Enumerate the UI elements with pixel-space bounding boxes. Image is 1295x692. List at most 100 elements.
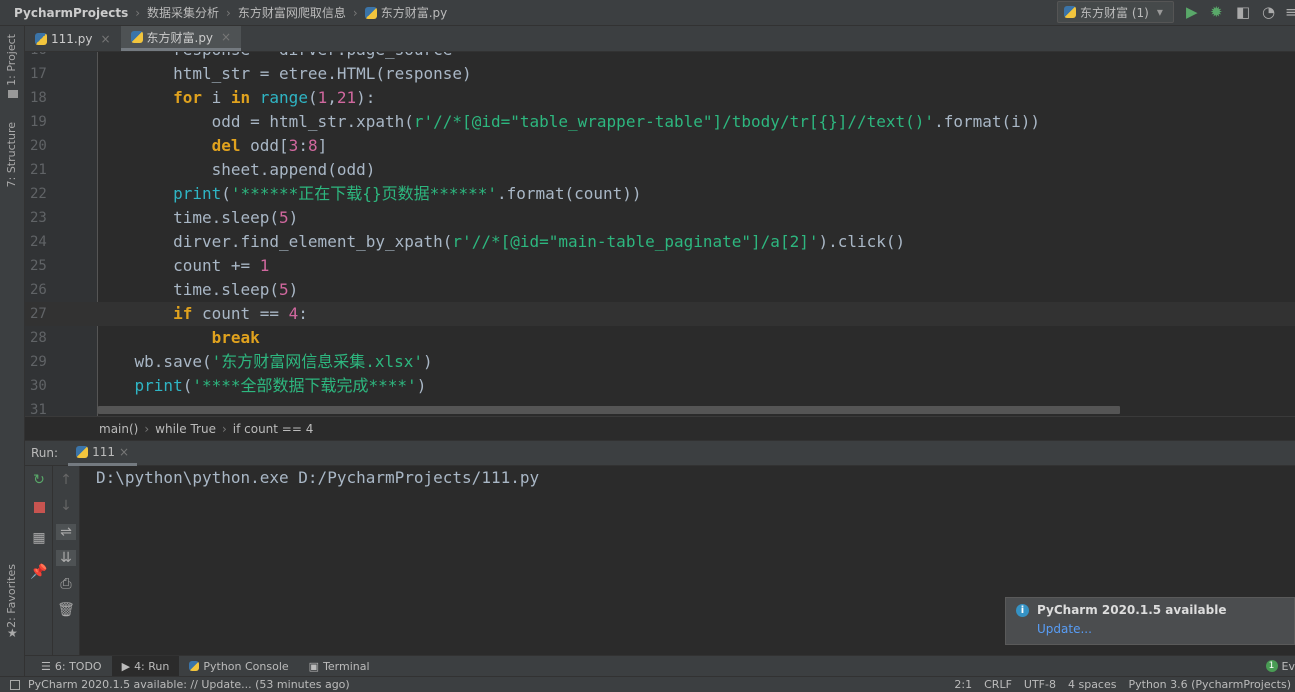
code-line[interactable]: 24 dirver.find_element_by_xpath(r'//*[@i… xyxy=(25,230,1295,254)
code-line[interactable]: 30 print('****全部数据下载完成****') xyxy=(25,374,1295,398)
run-tool-button[interactable]: ▶ 4: Run xyxy=(111,655,180,677)
chevron-down-icon: ▾ xyxy=(1156,5,1163,19)
window-icon[interactable] xyxy=(10,679,20,690)
tool-window-bar: ☰ 6: TODO ▶ 4: Run Python Console ▣ Termina… xyxy=(25,655,1295,677)
rerun-icon[interactable]: ↻ xyxy=(29,472,49,488)
close-icon[interactable]: × xyxy=(119,445,129,459)
tab-111-py[interactable]: 111.py × xyxy=(25,26,121,51)
code-editor[interactable]: 16 response = dirver.page_source17 html_… xyxy=(25,52,1295,416)
breadcrumb-file[interactable]: 东方财富.py xyxy=(381,4,448,21)
line-number: 16 xyxy=(30,52,55,62)
arrow-up-icon[interactable]: ↑ xyxy=(56,472,76,488)
code-text: count += 1 xyxy=(96,254,269,278)
code-line[interactable]: 17 html_str = etree.HTML(response) xyxy=(25,62,1295,86)
profile-icon[interactable]: ◔ xyxy=(1262,3,1275,21)
label: Terminal xyxy=(323,659,370,673)
code-text: time.sleep(5) xyxy=(96,206,298,230)
code-token: .format(i)) xyxy=(934,112,1041,131)
code-text: response = dirver.page_source xyxy=(96,52,452,62)
code-line[interactable]: 28 break xyxy=(25,326,1295,350)
run-tab-111[interactable]: 111 × xyxy=(68,440,138,466)
label: 4: Run xyxy=(134,659,170,673)
interpreter[interactable]: Python 3.6 (PycharmProjects) xyxy=(1128,678,1291,691)
list-icon: ☰ xyxy=(41,659,51,673)
crumb-function[interactable]: main() xyxy=(99,422,138,436)
tab-dongfangcaifu-py[interactable]: 东方财富.py × xyxy=(120,26,242,51)
debug-icon[interactable]: ✹ xyxy=(1210,3,1223,21)
code-line[interactable]: 21 sheet.append(odd) xyxy=(25,158,1295,182)
layout-icon[interactable]: ▦ xyxy=(29,530,49,546)
print-icon[interactable]: ⎙ xyxy=(56,576,76,592)
indent[interactable]: 4 spaces xyxy=(1068,678,1117,691)
code-line[interactable]: 25 count += 1 xyxy=(25,254,1295,278)
code-token: 1 xyxy=(259,256,270,275)
code-line[interactable]: 23 time.sleep(5) xyxy=(25,206,1295,230)
folder-icon xyxy=(8,90,18,98)
code-token: in xyxy=(230,88,251,107)
encoding[interactable]: UTF-8 xyxy=(1024,678,1056,691)
code-token: ( xyxy=(307,88,318,107)
line-number: 23 xyxy=(30,210,47,226)
line-number: 19 xyxy=(30,114,47,130)
caret-position[interactable]: 2:1 xyxy=(954,678,972,691)
structure-tool-button[interactable]: 7: Structure xyxy=(5,122,18,187)
todo-tool-button[interactable]: ☰ 6: TODO xyxy=(31,656,112,677)
star-icon: ★ xyxy=(7,626,18,640)
code-token: count += xyxy=(96,256,260,275)
trash-icon[interactable]: 🗑 xyxy=(56,602,76,618)
code-text: dirver.find_element_by_xpath(r'//*[@id="… xyxy=(96,230,905,254)
soft-wrap-icon[interactable]: ⇌ xyxy=(56,524,76,540)
status-message[interactable]: PyCharm 2020.1.5 available: // Update...… xyxy=(28,678,350,691)
run-configuration-select[interactable]: 东方财富 (1) ▾ xyxy=(1057,1,1174,23)
update-link[interactable]: Update... xyxy=(1037,622,1092,636)
code-token: ) xyxy=(288,208,299,227)
code-line[interactable]: 19 odd = html_str.xpath(r'//*[@id="table… xyxy=(25,110,1295,134)
label: Python Console xyxy=(203,659,289,673)
code-line[interactable]: 29 wb.save('东方财富网信息采集.xlsx') xyxy=(25,350,1295,374)
stop-icon[interactable] xyxy=(34,502,45,513)
crumb-if[interactable]: if count == 4 xyxy=(233,422,314,436)
crumb-loop[interactable]: while True xyxy=(155,422,216,436)
code-line[interactable]: 20 del odd[3:8] xyxy=(25,134,1295,158)
line-number: 30 xyxy=(30,378,47,394)
pin-icon[interactable]: 📌 xyxy=(29,564,49,580)
line-number: 26 xyxy=(30,282,47,298)
coverage-icon[interactable]: ◧ xyxy=(1236,3,1250,21)
run-tab-label: 111 xyxy=(92,444,115,459)
project-tool-button[interactable]: 1: Project xyxy=(5,34,18,86)
python-icon xyxy=(189,661,200,671)
line-number: 29 xyxy=(30,354,47,370)
horizontal-scrollbar[interactable] xyxy=(98,406,1120,414)
scroll-to-end-icon[interactable]: ⇊ xyxy=(56,550,76,566)
breadcrumb-folder[interactable]: 数据采集分析 xyxy=(147,4,219,21)
code-line[interactable]: 22 print('******正在下载{}页数据******'.format(… xyxy=(25,182,1295,206)
code-line[interactable]: 18 for i in range(1,21): xyxy=(25,86,1295,110)
favorites-tool-button[interactable]: 2: Favorites xyxy=(5,564,18,628)
line-number: 22 xyxy=(30,186,47,202)
menu-icon[interactable]: ≡ xyxy=(1285,3,1295,21)
arrow-down-icon[interactable]: ↓ xyxy=(56,498,76,514)
code-text: for i in range(1,21): xyxy=(96,86,375,110)
python-file-icon xyxy=(130,31,143,43)
event-log-button[interactable]: 1 Ev xyxy=(1265,660,1295,673)
run-icon[interactable]: ▶ xyxy=(1186,3,1198,21)
breadcrumb-project[interactable]: PycharmProjects xyxy=(14,6,128,20)
close-icon[interactable]: × xyxy=(221,30,231,44)
breadcrumb-subfolder[interactable]: 东方财富网爬取信息 xyxy=(238,4,346,21)
code-token: odd[ xyxy=(240,136,289,155)
code-line[interactable]: 27 if count == 4: xyxy=(25,302,1295,326)
code-token: odd = html_str.xpath( xyxy=(96,112,414,131)
code-text: html_str = etree.HTML(response) xyxy=(96,62,472,86)
code-line[interactable]: 16 response = dirver.page_source xyxy=(25,52,1295,62)
notification-title: PyCharm 2020.1.5 available xyxy=(1037,603,1227,617)
close-icon[interactable]: × xyxy=(100,32,110,46)
code-token: ) xyxy=(416,376,427,395)
terminal-button[interactable]: ▣ Terminal xyxy=(299,656,380,677)
update-notification: i PyCharm 2020.1.5 available Update... xyxy=(1005,597,1295,645)
line-separator[interactable]: CRLF xyxy=(984,678,1012,691)
python-console-button[interactable]: Python Console xyxy=(179,656,298,677)
code-line[interactable]: 26 time.sleep(5) xyxy=(25,278,1295,302)
